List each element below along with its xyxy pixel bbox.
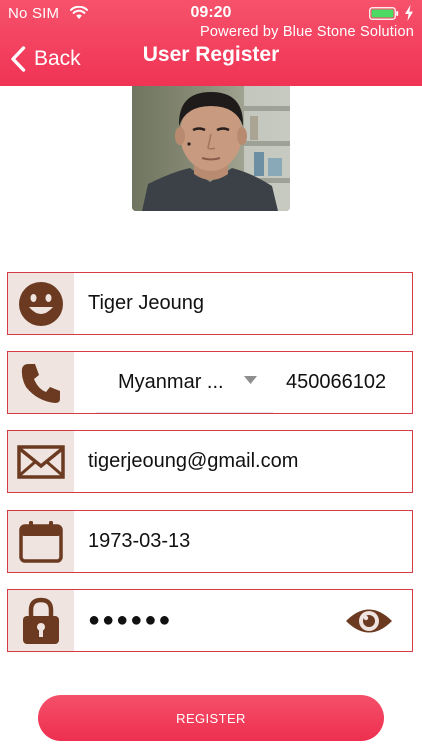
birthdate-field[interactable]: 1973-03-13 [7,510,413,573]
battery-icon [369,7,399,20]
password-field[interactable]: ●●●●●● [7,589,413,652]
country-select-value: Myanmar ... [118,370,224,393]
email-value: tigerjeoung@gmail.com [88,450,299,472]
password-input[interactable]: ●●●●●● [88,590,172,651]
phone-icon-box [8,352,74,413]
country-select[interactable]: Myanmar ... [96,352,273,413]
navigation-header: No SIM 09:20 Powered by Blue Stone Solut… [0,0,422,86]
register-button-label: REGISTER [176,710,246,726]
phone-icon [21,363,60,403]
name-input[interactable]: Tiger Jeoung [88,273,204,334]
eye-icon[interactable] [344,604,394,638]
profile-photo[interactable] [132,86,290,211]
birthdate-icon-box [8,511,74,572]
phone-field: Myanmar ... 450066102 [7,351,413,414]
password-icon-box [8,590,74,651]
email-input[interactable]: tigerjeoung@gmail.com [88,431,298,492]
phone-number-input[interactable]: 450066102 [286,352,406,413]
email-field[interactable]: tigerjeoung@gmail.com [7,430,413,493]
name-value: Tiger Jeoung [88,292,204,314]
phone-number-value: 450066102 [286,371,387,393]
page-title: User Register [142,43,280,66]
password-mask: ●●●●●● [88,609,173,631]
powered-by-text: Powered by Blue Stone Solution [200,24,414,40]
register-button[interactable]: REGISTER [38,695,384,741]
smiley-face-icon [19,281,63,326]
envelope-icon [17,444,65,479]
name-field[interactable]: Tiger Jeoung [7,272,413,335]
dropdown-arrow-icon [244,376,257,384]
status-bar: No SIM 09:20 [0,0,422,26]
birthdate-input[interactable]: 1973-03-13 [88,511,190,572]
status-time: 09:20 [190,4,232,21]
name-icon-box [8,273,74,334]
padlock-icon [23,597,59,644]
charging-bolt-icon [405,5,413,21]
birthdate-value: 1973-03-13 [88,530,191,552]
profile-photo-image [132,86,290,211]
calendar-icon [19,520,63,563]
email-icon-box [8,431,74,492]
